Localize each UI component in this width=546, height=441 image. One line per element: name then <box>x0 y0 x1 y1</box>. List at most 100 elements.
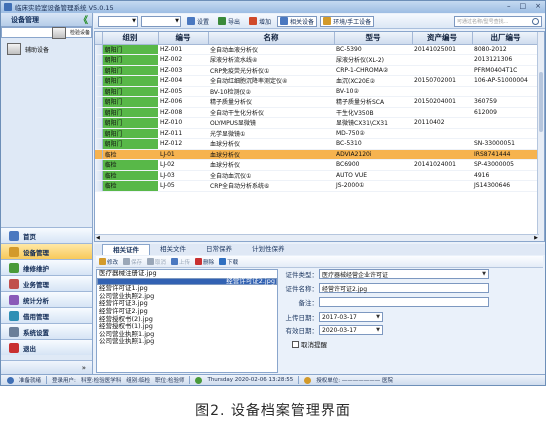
column-header-code[interactable]: 编号 <box>158 32 209 45</box>
manual-equipment-button[interactable]: 环境/手工设备 <box>320 15 375 27</box>
row-header[interactable] <box>95 180 103 192</box>
column-header-serial-no[interactable]: 出厂编号 <box>472 32 540 45</box>
nav-item[interactable]: 退出 <box>1 339 92 355</box>
table-row[interactable]: 朝阳门 HZ-010 OLYMPUS显微镜 显微镜CX31\CX31 20110402 <box>95 117 539 129</box>
table-row[interactable]: 朝阳门 HZ-002 尿液分析流水线④ 尿液分析仪(XL-2) 2013121306 <box>95 54 539 66</box>
row-header[interactable] <box>95 96 103 108</box>
table-row[interactable]: 朝阳门 HZ-003 CRP免疫荧光分析仪① CRP-1-CHROMA② PFRM040… <box>95 65 539 76</box>
table-cell: SP-43000005 <box>472 159 539 171</box>
nav-more-button[interactable]: » <box>1 360 92 374</box>
cancel-remind-row[interactable]: 取消提醒 <box>292 339 327 349</box>
column-header-model[interactable]: 型号 <box>334 32 413 45</box>
table-row[interactable]: 临检 LJ-03 全自动血沉仪① AUTO VUE 4916 <box>95 170 539 181</box>
table-row[interactable]: 朝阳门 HZ-011 光学显微镜① MD-750② <box>95 128 539 139</box>
detail-toolbar-button[interactable]: 修改 <box>98 258 119 266</box>
nav-item[interactable]: 统计分析 <box>1 291 92 307</box>
left-nav-panel: 设备管理 《 检验设备 辅助设备 首页 设备管理 维修维护 业务管理 统计分析 借用管理系… <box>1 13 93 374</box>
row-header[interactable] <box>95 65 103 76</box>
row-header[interactable] <box>95 107 103 118</box>
search-icon[interactable] <box>532 18 539 25</box>
figure-caption: 图2. 设备档案管理界面 <box>195 403 351 419</box>
cancel-remind-checkbox[interactable] <box>292 340 299 348</box>
close-button[interactable]: × <box>535 2 541 10</box>
nav-item[interactable]: 首页 <box>1 227 92 243</box>
table-row[interactable]: 朝阳门 HZ-005 BV-10检测仪② BV-10② <box>95 86 539 97</box>
upload-date-field[interactable]: 2017-03-17 ▼ <box>319 312 383 322</box>
detail-tab[interactable]: 日常保养 <box>196 244 242 255</box>
maximize-button[interactable]: □ <box>520 2 527 10</box>
table-cell <box>472 86 539 97</box>
detail-tab[interactable]: 相关证件 <box>102 244 150 255</box>
table-cell: 朝阳门 <box>102 107 158 118</box>
table-row[interactable]: 临检 LJ-01 血球分析仪 ADVIA2120i IRS8741444 <box>95 149 539 160</box>
cert-type-select[interactable]: 医疗器械经营企业许可证 ▼ <box>319 269 489 279</box>
certificate-list[interactable]: 医疗器械注册证.jpg 经营许可证2.jpg 经营许可证1.jpg 公司营业执照2.j… <box>96 269 278 373</box>
status-user: 登录用户: <box>52 378 76 384</box>
detail-toolbar-label: 删除 <box>203 259 215 266</box>
table-row[interactable]: 朝阳门 HZ-012 血球分析仪 BC-5310 SN-33000051 <box>95 138 539 150</box>
horizontal-scrollbar[interactable]: ◀ ▶ <box>95 234 539 241</box>
search-input[interactable]: 可通过名称/型号查找... <box>454 16 542 27</box>
subitem-label: 检验设备 <box>69 30 90 36</box>
related-equipment-button[interactable]: 相关设备 <box>277 15 318 27</box>
table-row[interactable]: 朝阳门 HZ-004 全自动红细胞沉降率测定仪④ 血沉(XC20E② 201507020… <box>95 75 539 87</box>
table-row[interactable]: 临检 LJ-05 CRP全自动分析系统⑥ JS-2000① JS14300646 <box>95 180 539 192</box>
row-header[interactable] <box>95 75 103 87</box>
row-header[interactable] <box>95 128 103 139</box>
subitem-aux-equipment[interactable]: 辅助设备 <box>1 38 92 60</box>
row-header[interactable] <box>95 149 103 160</box>
nav-item[interactable]: 设备管理 <box>1 243 92 259</box>
nav-item[interactable]: 维修维护 <box>1 259 92 275</box>
table-cell: 2013121306 <box>472 54 539 66</box>
table-cell: 朝阳门 <box>102 138 158 150</box>
row-header[interactable] <box>95 44 103 55</box>
table-cell: 朝阳门 <box>102 65 158 76</box>
row-header[interactable] <box>95 86 103 97</box>
filter-select-1[interactable]: ▼ <box>98 15 138 27</box>
scroll-thumb[interactable] <box>539 72 543 132</box>
add-button[interactable]: 增加 <box>246 16 274 27</box>
table-row[interactable]: 朝阳门 HZ-001 全自动血液分析仪 BC-5390 20141025001 8080-… <box>95 44 539 55</box>
settings-button[interactable]: 设置 <box>184 16 212 27</box>
nav-item[interactable]: 借用管理 <box>1 307 92 323</box>
table-cell: HZ-001 <box>158 44 208 55</box>
cert-name-field[interactable]: 经营许可证2.jpg <box>319 283 489 293</box>
status-role: 职位:检验师 <box>155 378 185 384</box>
column-header-name[interactable]: 名称 <box>208 32 335 45</box>
row-header[interactable] <box>95 54 103 66</box>
table-row[interactable]: 临检 LJ-02 血球分析仪 BC6900 20141024001 SP-43000005 <box>95 159 539 171</box>
subitem-lab-equipment[interactable]: 检验设备 <box>1 26 92 39</box>
chevron-down-icon: ▼ <box>482 271 486 277</box>
detail-toolbar-button[interactable]: 删除 <box>194 258 215 266</box>
nav-item[interactable]: 业务管理 <box>1 275 92 291</box>
row-header[interactable] <box>95 170 103 181</box>
table-cell: 20150204001 <box>412 96 472 108</box>
scroll-right-icon[interactable]: ▶ <box>534 235 538 241</box>
detail-toolbar-button[interactable]: 保存 <box>122 258 143 266</box>
row-header[interactable] <box>95 117 103 129</box>
detail-tab[interactable]: 相关文件 <box>150 244 196 255</box>
nav-item[interactable]: 系统设置 <box>1 323 92 339</box>
table-cell: HZ-011 <box>158 128 208 139</box>
row-header[interactable] <box>95 159 103 171</box>
collapse-icon[interactable]: 《 <box>79 13 88 26</box>
device-icon <box>51 26 66 39</box>
list-item[interactable]: 公司营业执照1.jpg <box>97 338 277 346</box>
table-cell: JS-2000① <box>334 180 412 192</box>
detail-toolbar-button[interactable]: 下载 <box>218 258 239 266</box>
table-row[interactable]: 朝阳门 HZ-008 全自动干生化分析仪 干生化V350B 612009 <box>95 107 539 118</box>
remark-field[interactable] <box>319 297 489 307</box>
scroll-left-icon[interactable]: ◀ <box>96 235 100 241</box>
detail-toolbar-button[interactable]: 取消 <box>146 258 167 266</box>
detail-toolbar-button[interactable]: 上传 <box>170 258 191 266</box>
export-button[interactable]: 导出 <box>215 16 243 27</box>
minimize-button[interactable]: – <box>507 2 511 10</box>
detail-tab[interactable]: 计划性保养 <box>242 244 295 255</box>
column-header-group[interactable]: 组别 <box>102 32 159 45</box>
vertical-scrollbar[interactable] <box>537 32 544 241</box>
row-header[interactable] <box>95 138 103 150</box>
filter-select-2[interactable]: ▼ <box>141 15 181 27</box>
column-header-asset-no[interactable]: 资产编号 <box>412 32 473 45</box>
expiry-date-field[interactable]: 2020-03-17 ▼ <box>319 325 383 335</box>
table-row[interactable]: 朝阳门 HZ-006 精子质量分析仪 精子质量分析SCA 20150204001 3607… <box>95 96 539 108</box>
